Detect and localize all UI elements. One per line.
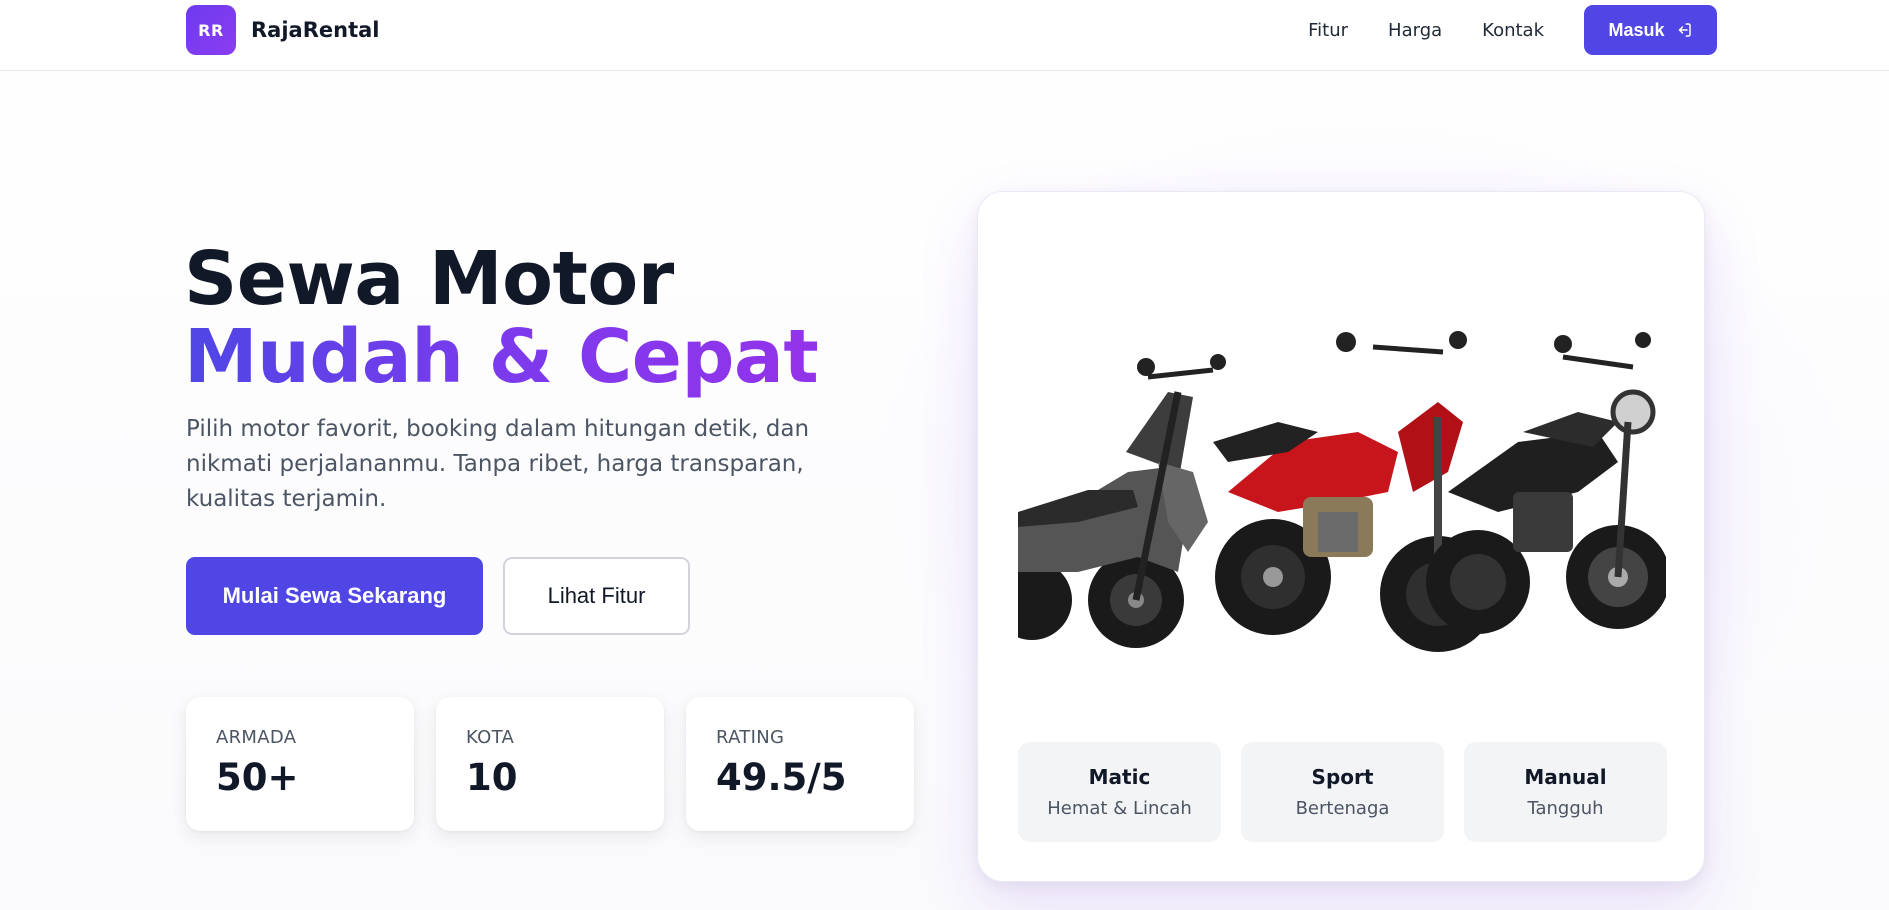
stats-row: ARMADA 50+ KOTA 10 RATING 49.5/5 bbox=[186, 697, 914, 831]
hero-subtitle: Pilih motor favorit, booking dalam hitun… bbox=[186, 416, 810, 512]
cta-row: Mulai Sewa Sekarang Lihat Fitur bbox=[186, 557, 690, 635]
hero-title-plain: Sewa Motor bbox=[184, 236, 674, 322]
scooter-illustration bbox=[1018, 354, 1226, 648]
category-desc: Tangguh bbox=[1527, 798, 1604, 819]
nav-link-fitur[interactable]: Fitur bbox=[1308, 20, 1348, 41]
nav-link-kontak[interactable]: Kontak bbox=[1482, 20, 1544, 41]
stat-label: RATING bbox=[716, 727, 785, 748]
category-name: Matic bbox=[1088, 765, 1151, 789]
classic-bike-illustration bbox=[1426, 332, 1666, 634]
stat-value: 10 bbox=[466, 756, 518, 799]
category-card-manual[interactable]: Manual Tangguh bbox=[1464, 742, 1667, 842]
login-arrow-icon bbox=[1678, 23, 1691, 37]
logo-badge: RR bbox=[186, 5, 236, 55]
login-button-label: Masuk bbox=[1608, 19, 1665, 40]
category-name: Manual bbox=[1524, 765, 1607, 789]
hero-title-accent: Mudah & Cepat bbox=[184, 314, 819, 400]
motorcycles-image bbox=[1018, 331, 1666, 652]
login-button[interactable]: Masuk bbox=[1584, 5, 1717, 55]
category-name: Sport bbox=[1311, 765, 1374, 789]
top-navbar: RR RajaRental Fitur Harga Kontak Masuk bbox=[0, 0, 1889, 71]
brand-name: RajaRental bbox=[251, 18, 380, 42]
stat-value: 50+ bbox=[216, 756, 299, 799]
stat-value: 49.5/5 bbox=[716, 756, 847, 799]
stat-card-rating: RATING 49.5/5 bbox=[686, 697, 914, 831]
category-desc: Bertenaga bbox=[1295, 798, 1390, 819]
start-rental-button[interactable]: Mulai Sewa Sekarang bbox=[186, 557, 483, 635]
stat-label: KOTA bbox=[466, 727, 515, 748]
category-card-sport[interactable]: Sport Bertenaga bbox=[1241, 742, 1444, 842]
category-row: Matic Hemat & Lincah Sport Bertenaga Man… bbox=[1018, 742, 1667, 842]
hero-title: Sewa Motor Mudah & Cepat bbox=[184, 240, 944, 396]
category-desc: Hemat & Lincah bbox=[1047, 798, 1192, 819]
motorcycle-showcase-card: Matic Hemat & Lincah Sport Bertenaga Man… bbox=[977, 191, 1705, 882]
stat-card-armada: ARMADA 50+ bbox=[186, 697, 414, 831]
stat-card-kota: KOTA 10 bbox=[436, 697, 664, 831]
nav-links: Fitur Harga Kontak Masuk bbox=[1308, 5, 1717, 55]
category-card-matic[interactable]: Matic Hemat & Lincah bbox=[1018, 742, 1221, 842]
stat-label: ARMADA bbox=[216, 727, 297, 748]
brand[interactable]: RR RajaRental bbox=[186, 5, 379, 55]
nav-link-harga[interactable]: Harga bbox=[1388, 20, 1442, 41]
view-features-button[interactable]: Lihat Fitur bbox=[503, 557, 690, 635]
